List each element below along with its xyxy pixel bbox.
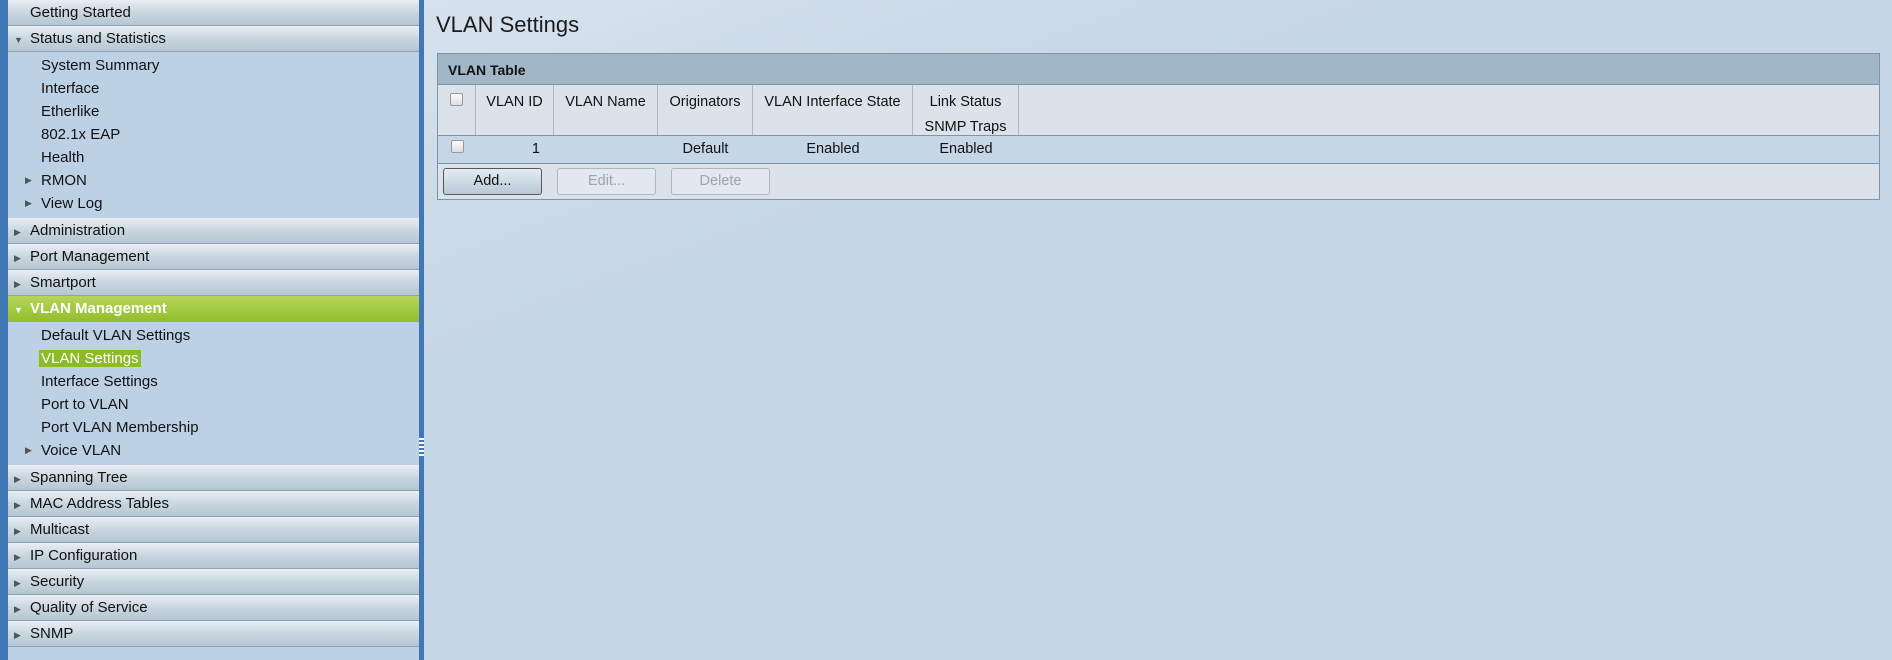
table-actions: Add... Edit... Delete [438, 164, 1879, 200]
nav-label: Default VLAN Settings [41, 327, 191, 344]
nav-label: Multicast [30, 521, 90, 538]
sidebar: Getting Started ▼ Status and Statistics S… [8, 0, 419, 660]
chevron-right-icon: ▶ [25, 445, 32, 455]
chevron-down-icon: ▼ [14, 305, 23, 315]
cell-originators: Default [682, 141, 729, 157]
cell-interface-state: Enabled [806, 141, 860, 157]
nav-etherlike[interactable]: Etherlike [8, 100, 419, 123]
nav-interface-settings[interactable]: Interface Settings [8, 370, 419, 393]
nav-mac-address-tables[interactable]: ▶ MAC Address Tables [8, 491, 419, 517]
chevron-right-icon: ▶ [14, 604, 21, 614]
nav-multicast[interactable]: ▶ Multicast [8, 517, 419, 543]
nav-label: View Log [41, 195, 103, 212]
nav-voice-vlan[interactable]: ▶ Voice VLAN [8, 439, 419, 462]
row-checkbox[interactable] [450, 140, 464, 153]
nav-label: Spanning Tree [30, 469, 128, 486]
content-area: VLAN Settings VLAN Table VLAN ID VLAN Na… [424, 0, 1892, 660]
nav-port-management[interactable]: ▶ Port Management [8, 244, 419, 270]
nav-quality-of-service[interactable]: ▶ Quality of Service [8, 595, 419, 621]
nav-health[interactable]: Health [8, 146, 419, 169]
select-all-cell [438, 85, 476, 135]
chevron-down-icon: ▼ [14, 35, 23, 45]
chevron-right-icon: ▶ [25, 198, 32, 208]
col-vlan-id: VLAN ID [476, 85, 554, 135]
nav-vlan-management[interactable]: ▼ VLAN Management [8, 296, 419, 322]
col-label: Link Status [929, 94, 1002, 110]
col-originators: Originators [658, 85, 753, 135]
cell-vlan-name [554, 136, 658, 163]
table-header-row: VLAN ID VLAN Name Originators VLAN Inter… [438, 85, 1879, 136]
chevron-right-icon: ▶ [14, 279, 21, 289]
nav-ip-configuration[interactable]: ▶ IP Configuration [8, 543, 419, 569]
table-row: 1 Default Enabled Enabled [438, 136, 1879, 164]
cell-link-status: Enabled [939, 141, 993, 157]
nav-port-vlan-membership[interactable]: Port VLAN Membership [8, 416, 419, 439]
nav-label: MAC Address Tables [30, 495, 169, 512]
nav-port-to-vlan[interactable]: Port to VLAN [8, 393, 419, 416]
col-link-status-snmp-traps: Link Status SNMP Traps [913, 85, 1019, 135]
nav-view-log[interactable]: ▶ View Log [8, 192, 419, 215]
nav-label: Port VLAN Membership [41, 419, 199, 436]
nav-status-and-statistics[interactable]: ▼ Status and Statistics [8, 26, 419, 52]
col-vlan-interface-state: VLAN Interface State [753, 85, 913, 135]
chevron-right-icon: ▶ [14, 526, 21, 536]
chevron-right-icon: ▶ [14, 253, 21, 263]
nav-label: Quality of Service [30, 599, 148, 616]
chevron-right-icon: ▶ [14, 630, 21, 640]
nav-label: System Summary [41, 57, 160, 74]
nav-administration[interactable]: ▶ Administration [8, 218, 419, 244]
table-caption: VLAN Table [438, 54, 1879, 85]
chevron-right-icon: ▶ [14, 227, 21, 237]
nav-label: Port to VLAN [41, 396, 129, 413]
nav-security[interactable]: ▶ Security [8, 569, 419, 595]
nav-label: Port Management [30, 248, 150, 265]
select-all-checkbox[interactable] [450, 93, 463, 106]
col-vlan-name: VLAN Name [554, 85, 658, 135]
chevron-right-icon: ▶ [14, 552, 21, 562]
delete-button[interactable]: Delete [671, 168, 770, 195]
nav-label: VLAN Settings [39, 350, 141, 367]
nav-label: Security [30, 573, 85, 590]
nav-label: VLAN Management [30, 300, 167, 317]
chevron-right-icon: ▶ [14, 500, 21, 510]
chevron-right-icon: ▶ [14, 578, 21, 588]
chevron-right-icon: ▶ [25, 175, 32, 185]
vlan-table: VLAN Table VLAN ID VLAN Name Originators… [437, 53, 1880, 200]
nav-label: Status and Statistics [30, 30, 166, 47]
left-frame [0, 0, 8, 660]
nav-label: Administration [30, 222, 126, 239]
nav-spanning-tree[interactable]: ▶ Spanning Tree [8, 465, 419, 491]
nav-label: Getting Started [30, 4, 131, 21]
edit-button[interactable]: Edit... [557, 168, 656, 195]
nav-label: Voice VLAN [41, 442, 122, 459]
nav-label: Interface [41, 80, 100, 97]
cell-vlan-id: 1 [531, 141, 540, 157]
row-select-cell [438, 136, 476, 163]
chevron-right-icon: ▶ [14, 474, 21, 484]
add-button[interactable]: Add... [443, 168, 542, 195]
nav-vlan-settings[interactable]: VLAN Settings [8, 347, 419, 370]
page-title: VLAN Settings [436, 12, 580, 37]
nav-label: Etherlike [41, 103, 100, 120]
nav-label: Health [41, 149, 85, 166]
nav-label: Smartport [30, 274, 96, 291]
nav-label: Interface Settings [41, 373, 158, 390]
nav-label: SNMP [30, 625, 74, 642]
nav-label: IP Configuration [30, 547, 138, 564]
nav-rmon[interactable]: ▶ RMON [8, 169, 419, 192]
nav-getting-started[interactable]: Getting Started [8, 0, 419, 26]
nav-smartport[interactable]: ▶ Smartport [8, 270, 419, 296]
nav-default-vlan-settings[interactable]: Default VLAN Settings [8, 324, 419, 347]
nav-snmp[interactable]: ▶ SNMP [8, 621, 419, 647]
nav-system-summary[interactable]: System Summary [8, 54, 419, 77]
nav-label: RMON [41, 172, 87, 189]
nav-label: 802.1x EAP [41, 126, 121, 143]
nav-8021x-eap[interactable]: 802.1x EAP [8, 123, 419, 146]
nav-interface[interactable]: Interface [8, 77, 419, 100]
